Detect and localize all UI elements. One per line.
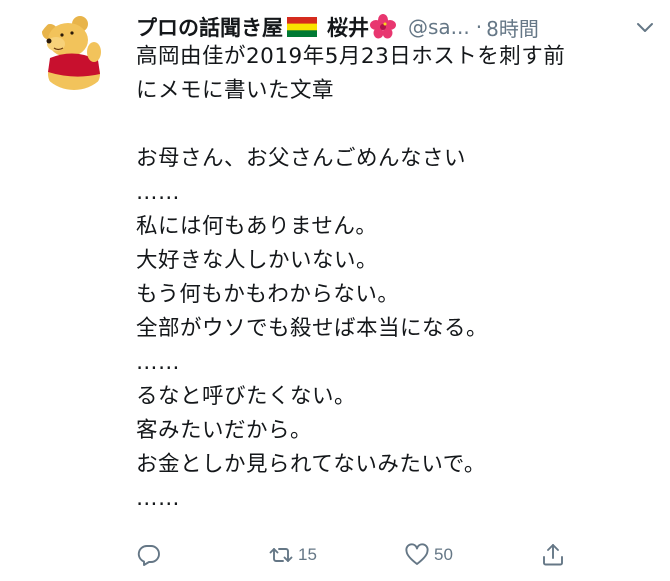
tweet-text-line: 大好きな人しかいない。 [136, 248, 379, 273]
tweet-text-line: …… [136, 350, 180, 375]
bolivia-flag-icon [287, 17, 317, 37]
retweet-button[interactable]: 15 [268, 537, 317, 573]
display-name[interactable]: プロの話聞き屋 [136, 12, 283, 42]
tweet-text-line: 私には何もありません。 [136, 214, 378, 239]
tweet-text-line: 客みたいだから。 [136, 418, 313, 443]
tweet-text-line: …… [136, 486, 180, 511]
tweet-actions: 15 50 [136, 537, 650, 573]
like-count: 50 [434, 545, 453, 564]
tweet-text-line: お金としか見られてないみたいで。 [136, 452, 486, 477]
pooh-avatar-icon [42, 16, 101, 90]
tweet-time[interactable]: 8時間 [486, 13, 539, 42]
avatar[interactable] [36, 14, 112, 90]
like-button[interactable]: 50 [404, 537, 453, 573]
tweet-header: プロの話聞き屋 桜井 @sa... · 8時間 [136, 12, 656, 42]
share-icon [543, 544, 563, 566]
tweet-text-line: 全部がウソでも殺せば本当になる。 [136, 316, 489, 341]
chevron-down-icon[interactable] [634, 16, 656, 38]
share-button[interactable] [540, 537, 566, 573]
reply-icon [137, 545, 160, 566]
retweet-count: 15 [298, 545, 317, 564]
tweet-card[interactable]: プロの話聞き屋 桜井 @sa... · 8時間 高岡由佳が2019年5月23日ホ… [0, 0, 670, 581]
hibiscus-icon [370, 14, 396, 40]
tweet-text-line [136, 108, 650, 142]
separator-dot: · [475, 15, 483, 39]
tweet-text: 高岡由佳が2019年5月23日ホストを刺す前 にメモに書いた文章 お母さん、お父… [136, 40, 650, 516]
retweet-icon [269, 548, 293, 562]
tweet-text-line: るなと呼びたくない。 [136, 384, 357, 409]
tweet-text-line: にメモに書いた文章 [136, 78, 335, 103]
tweet-text-line: …… [136, 180, 180, 205]
tweet-text-line: もう何もかもわからない。 [136, 282, 400, 307]
reply-button[interactable] [136, 537, 162, 573]
tweet-text-line: お母さん、お父さんごめんなさい [136, 146, 467, 171]
heart-icon [405, 543, 429, 565]
tweet-text-line: 高岡由佳が2019年5月23日ホストを刺す前 [136, 44, 566, 69]
display-name-part2[interactable]: 桜井 [327, 12, 369, 42]
user-handle[interactable]: @sa... [408, 15, 470, 39]
